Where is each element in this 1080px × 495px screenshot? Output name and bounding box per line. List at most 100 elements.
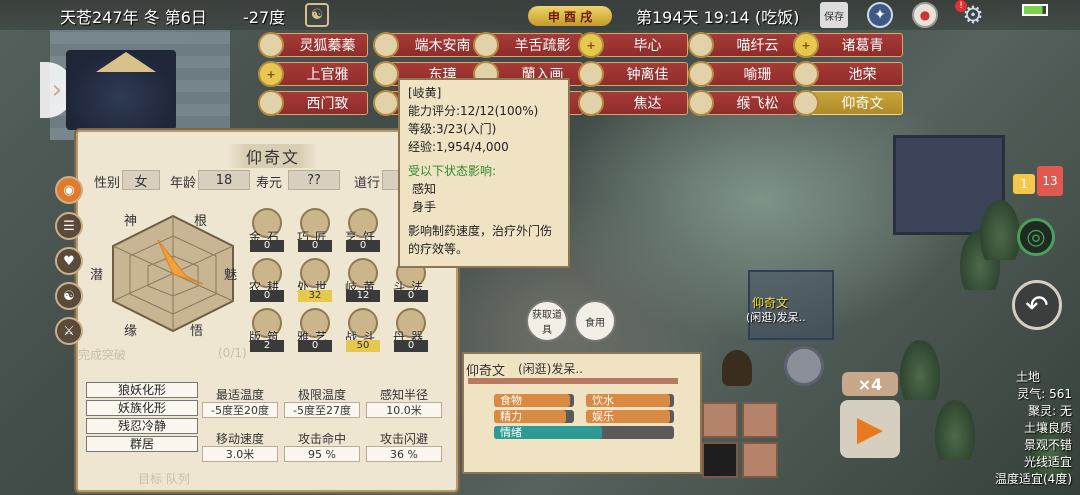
scroll-icon[interactable]: ✦ xyxy=(867,2,893,28)
tile-info-line: 景观不错 xyxy=(1023,438,1072,452)
skill-item[interactable]: 岐黄 12 xyxy=(340,258,384,304)
skill-tooltip: [岐黄] 能力评分:12/12(100%) 等级:3/23(入门) 经验:1,9… xyxy=(398,78,570,268)
roster-member[interactable]: 灵狐蓁蓁 xyxy=(258,32,368,58)
avatar-icon xyxy=(373,90,399,116)
character-name: 仰奇文 xyxy=(228,144,318,168)
tooltip-influence-label: 受以下状态影响: xyxy=(408,164,497,178)
meditating-figure[interactable] xyxy=(722,350,752,386)
gear-icon[interactable]: ⚙ xyxy=(960,1,986,29)
take-item-bubble[interactable]: 获取道具 xyxy=(526,300,568,342)
tab-cultivation[interactable]: ☯ xyxy=(55,282,83,310)
weather-icon[interactable]: ☯ xyxy=(305,3,329,27)
tab-relations[interactable]: ♥ xyxy=(55,247,83,275)
roster-member[interactable]: 西门致 xyxy=(258,90,368,116)
build-icon[interactable] xyxy=(702,402,738,438)
spiral-icon[interactable]: ◎ xyxy=(1017,218,1055,256)
selected-name: 仰奇文 xyxy=(466,364,506,379)
age-value: 18 xyxy=(198,170,250,190)
roster-name: 喻珊 xyxy=(743,67,772,83)
skill-item[interactable]: 版筑 2 xyxy=(244,308,288,354)
need-bar: 情绪 xyxy=(494,426,674,439)
skill-item[interactable]: 巧匠 0 xyxy=(292,208,336,254)
roster-name: 毕心 xyxy=(633,38,662,54)
skill-item[interactable]: 雅艺 0 xyxy=(292,308,336,354)
avatar-icon xyxy=(373,61,399,87)
roster-member[interactable]: + 毕心 xyxy=(578,32,688,58)
roster-name: 诸葛青 xyxy=(841,38,884,54)
message-badge[interactable]: 1 xyxy=(1013,174,1035,194)
game-screen: { "top": { "date": "天苍247年 冬 第6日", "temp… xyxy=(0,0,1080,495)
trait-tag[interactable]: 狼妖化形 xyxy=(86,382,198,398)
avatar-icon xyxy=(473,32,499,58)
tile-info-line: 土壤良质 xyxy=(1023,421,1072,435)
skill-item[interactable]: 战斗 50 xyxy=(340,308,384,354)
skill-item[interactable]: 金石 0 xyxy=(244,208,288,254)
stat-value: -5度至20度 xyxy=(202,402,278,418)
trait-tag[interactable]: 残忍冷静 xyxy=(86,418,198,434)
tile-info-line: 光线适宜 xyxy=(1023,455,1072,469)
roster-member[interactable]: 池荣 xyxy=(793,61,903,87)
skill-item[interactable]: 农耕 0 xyxy=(244,258,288,304)
battery-icon xyxy=(1022,4,1048,16)
need-bar: 食物 xyxy=(494,394,574,407)
undo-icon[interactable]: ↶ xyxy=(1012,280,1062,330)
roster-member[interactable]: 端木安南 xyxy=(373,32,483,58)
tab-log[interactable]: ☰ xyxy=(55,212,83,240)
skill-value: 0 xyxy=(298,340,332,352)
dig-icon[interactable] xyxy=(742,402,778,438)
hand-icon[interactable] xyxy=(742,442,778,478)
save-button[interactable]: 保存 xyxy=(820,2,848,28)
plus-icon: + xyxy=(578,32,604,58)
trait-tag[interactable]: 群居 xyxy=(86,436,198,452)
radar-label: 魅 xyxy=(224,268,238,283)
avatar-icon xyxy=(688,32,714,58)
roster-member[interactable]: 缑飞松 xyxy=(688,90,798,116)
need-label: 娱乐 xyxy=(592,410,614,423)
tab-equipment[interactable]: ⚔ xyxy=(55,317,83,345)
avatar-icon xyxy=(258,90,284,116)
eat-bubble[interactable]: 食用 xyxy=(574,300,616,342)
cauldron[interactable] xyxy=(784,346,824,386)
roster-member[interactable]: 钟离佳 xyxy=(578,61,688,87)
avatar-icon xyxy=(688,90,714,116)
avatar-icon xyxy=(688,61,714,87)
tab-profile[interactable]: ◉ xyxy=(55,176,83,204)
skill-value: 0 xyxy=(394,340,428,352)
skill-item[interactable]: 烹饪 0 xyxy=(340,208,384,254)
tooltip-title: [岐黄] xyxy=(408,86,442,100)
alert-badge[interactable]: 13 xyxy=(1037,166,1063,196)
tooltip-line: 等级:3/23(入门) xyxy=(408,122,497,136)
gender-label: 性别 xyxy=(94,176,121,191)
stat-label: 最适温度 xyxy=(215,388,264,402)
skill-value: 0 xyxy=(250,240,284,252)
palette-icon[interactable]: ● xyxy=(912,2,938,28)
tooltip-line: 身手 xyxy=(412,200,437,214)
roster-member[interactable]: 喵纤云 xyxy=(688,32,798,58)
roster-member[interactable]: + 上官雅 xyxy=(258,61,368,87)
roster-name: 焦达 xyxy=(633,96,662,112)
speed-indicator[interactable]: ×4 xyxy=(842,372,898,396)
skill-value: 0 xyxy=(250,290,284,302)
age-label: 年龄 xyxy=(170,176,197,191)
roster-member[interactable]: 焦达 xyxy=(578,90,688,116)
character-icon[interactable] xyxy=(702,442,738,478)
selected-status: (闲逛)发呆.. xyxy=(518,362,583,376)
roster-member[interactable]: 羊舌疏影 xyxy=(473,32,583,58)
skill-value: 2 xyxy=(250,340,284,352)
radar-label: 神 xyxy=(124,214,138,229)
skill-item[interactable]: 处世 32 xyxy=(292,258,336,304)
trait-tag[interactable]: 妖族化形 xyxy=(86,400,198,416)
roster-member[interactable]: + 诸葛青 xyxy=(793,32,903,58)
tile-info-line: 灵气: 561 xyxy=(1017,387,1072,401)
skill-item[interactable]: 丹器 0 xyxy=(388,308,432,354)
radar-label: 潜 xyxy=(90,268,104,283)
play-button[interactable]: ▶ xyxy=(840,400,900,458)
need-label: 精力 xyxy=(500,410,522,423)
skill-value: 0 xyxy=(394,290,428,302)
faded-text: (0/1) xyxy=(218,346,247,360)
roster-member[interactable]: 喻珊 xyxy=(688,61,798,87)
life-label: 寿元 xyxy=(256,176,283,191)
roster-name: 喵纤云 xyxy=(736,38,779,54)
avatar-icon xyxy=(373,32,399,58)
roster-member[interactable]: 仰奇文 xyxy=(793,90,903,116)
